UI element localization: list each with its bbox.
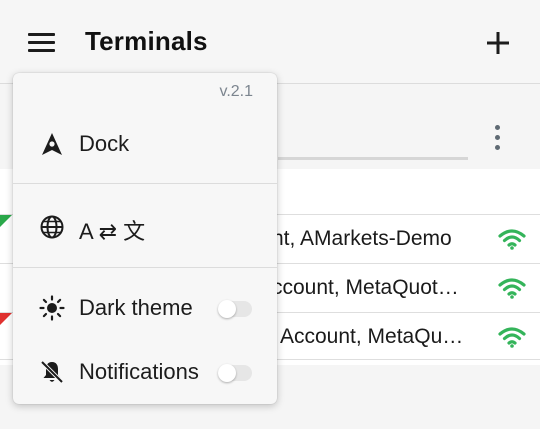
globe-icon: [40, 215, 64, 239]
menu-item-dark-theme[interactable]: Dark theme: [13, 279, 277, 335]
hamburger-icon[interactable]: [26, 31, 58, 53]
menu-divider: [13, 267, 277, 268]
status-marker: [0, 313, 12, 325]
dock-icon: [42, 133, 62, 155]
status-marker: [0, 215, 12, 227]
menu-item-label: Dark theme: [79, 295, 193, 320]
search-underline: [278, 157, 468, 160]
menu-divider: [13, 183, 277, 184]
toggle-knob: [218, 300, 236, 318]
page-title: Terminals: [85, 26, 208, 56]
menu-item-notifications[interactable]: Notifications: [13, 343, 277, 399]
wifi-icon: [498, 229, 526, 250]
menu-item-dock[interactable]: Dock: [13, 115, 277, 171]
wifi-icon: [498, 327, 526, 348]
notifications-toggle[interactable]: [218, 364, 252, 382]
menu-item-label: Dock: [79, 131, 130, 156]
menu-item-label: Notifications: [79, 359, 199, 384]
menu-item-label: A ⇄ 文: [79, 219, 146, 244]
wifi-icon: [498, 278, 526, 299]
sun-icon: [39, 295, 65, 321]
toggle-knob: [218, 364, 236, 382]
dark-theme-toggle[interactable]: [218, 300, 252, 318]
menu-item-language[interactable]: A ⇄ 文: [13, 198, 277, 254]
app-bar: Terminals: [0, 0, 540, 84]
app-menu: v.2.1 Dock A ⇄ 文 Dark theme Notification…: [13, 73, 277, 404]
bell-off-icon: [40, 360, 64, 384]
plus-icon[interactable]: [483, 28, 513, 58]
app-version: v.2.1: [219, 83, 254, 100]
more-vertical-icon[interactable]: [488, 123, 508, 153]
